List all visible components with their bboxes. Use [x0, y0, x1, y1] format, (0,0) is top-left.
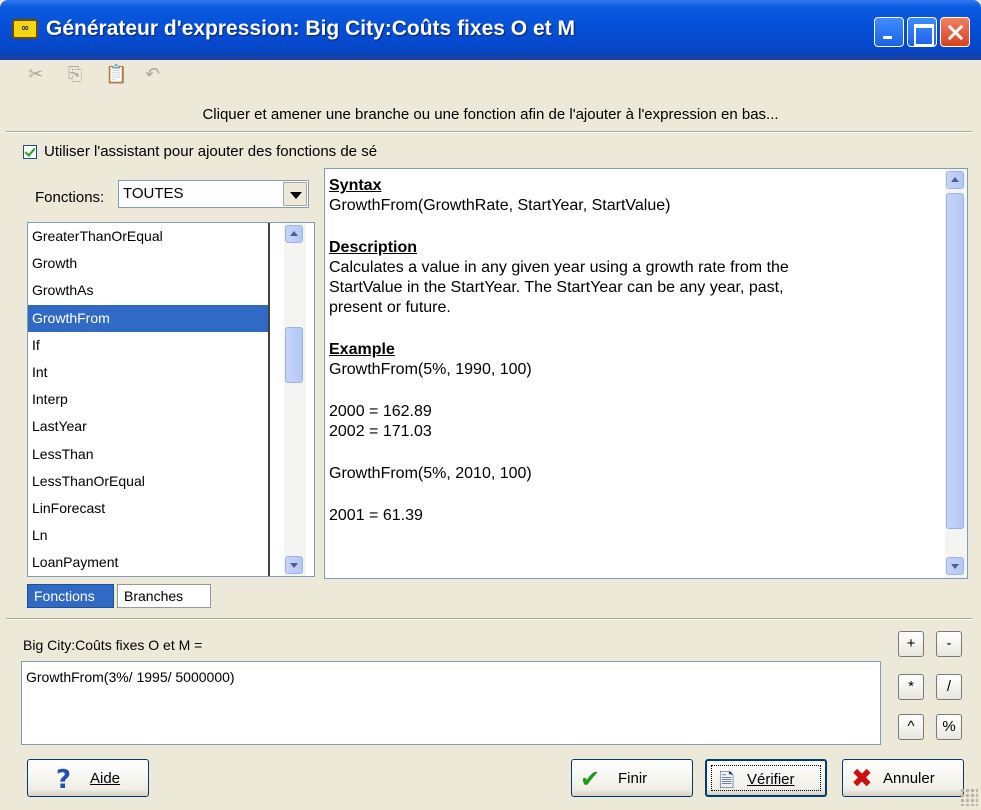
- list-item[interactable]: LoanPayment: [28, 549, 268, 576]
- syntax-heading: Syntax: [329, 177, 382, 194]
- cut-icon[interactable]: ✂: [28, 64, 43, 86]
- scroll-thumb[interactable]: [285, 327, 303, 383]
- syntax-text: GrowthFrom(GrowthRate, StartYear, StartV…: [329, 197, 671, 214]
- power-button[interactable]: ^: [898, 714, 924, 740]
- percent-button[interactable]: %: [936, 714, 962, 740]
- description-heading: Description: [329, 239, 418, 256]
- list-item[interactable]: GrowthAs: [28, 277, 268, 304]
- wizard-checkbox[interactable]: [23, 145, 37, 159]
- minus-button[interactable]: -: [936, 631, 962, 657]
- help-scrollbar[interactable]: [945, 169, 967, 578]
- copy-icon[interactable]: ⎘: [68, 64, 82, 86]
- example-text: GrowthFrom(5%, 1990, 100): [329, 361, 532, 378]
- expression-label: Big City:Coûts fixes O et M =: [23, 637, 203, 653]
- list-item[interactable]: LastYear: [28, 413, 268, 440]
- minimize-button[interactable]: [874, 17, 904, 47]
- functions-list[interactable]: GreaterThanOrEqual Growth GrowthAs Growt…: [27, 222, 315, 577]
- list-item[interactable]: Int: [28, 359, 268, 386]
- wizard-checkbox-label[interactable]: Utiliser l'assistant pour ajouter des fo…: [44, 143, 377, 160]
- list-item[interactable]: GreaterThanOrEqual: [28, 223, 268, 250]
- close-button[interactable]: [940, 17, 970, 47]
- paste-icon[interactable]: 📋: [105, 64, 127, 86]
- scroll-up-icon[interactable]: [946, 171, 964, 189]
- scroll-thumb[interactable]: [946, 193, 964, 529]
- verify-button[interactable]: 🗎 Vérifier: [705, 759, 827, 797]
- undo-icon[interactable]: ↶: [145, 64, 160, 86]
- scroll-up-icon[interactable]: [285, 225, 303, 243]
- functions-filter-value: TOUTES: [123, 185, 184, 202]
- app-icon: ∞: [12, 19, 38, 39]
- title-bar[interactable]: ∞ Générateur d'expression: Big City:Coût…: [0, 0, 981, 60]
- close-icon: ✖: [851, 764, 873, 794]
- help-panel: Syntax GrowthFrom(GrowthRate, StartYear,…: [324, 168, 968, 579]
- plus-button[interactable]: +: [898, 631, 924, 657]
- question-icon: ?: [56, 765, 72, 795]
- multiply-button[interactable]: *: [898, 674, 924, 700]
- list-item[interactable]: If: [28, 332, 268, 359]
- divide-button[interactable]: /: [936, 674, 962, 700]
- help-button-label: Aide: [90, 770, 121, 787]
- cancel-button[interactable]: ✖ Annuler: [842, 759, 964, 797]
- example-text: GrowthFrom(5%, 2010, 100): [329, 465, 532, 482]
- tab-branches[interactable]: Branches: [117, 584, 211, 608]
- list-item[interactable]: Interp: [28, 386, 268, 413]
- cancel-button-label: Annuler: [883, 770, 935, 787]
- resize-grip-icon[interactable]: [960, 788, 978, 806]
- tab-functions[interactable]: Fonctions: [27, 584, 114, 608]
- chevron-down-icon[interactable]: [283, 182, 307, 206]
- finish-button-label: Finir: [618, 770, 648, 787]
- example-result: 2000 = 162.89: [329, 403, 432, 420]
- verify-button-label: Vérifier: [747, 771, 795, 788]
- list-item[interactable]: LessThan: [28, 441, 268, 468]
- scroll-down-icon[interactable]: [946, 557, 964, 575]
- description-line: StartValue in the StartYear. The StartYe…: [329, 279, 784, 296]
- list-item[interactable]: Ln: [28, 522, 268, 549]
- scroll-down-icon[interactable]: [285, 556, 303, 574]
- list-item-selected[interactable]: GrowthFrom: [28, 304, 268, 332]
- list-item[interactable]: LinForecast: [28, 495, 268, 522]
- help-button[interactable]: ? Aide: [27, 759, 149, 797]
- example-heading: Example: [329, 341, 395, 358]
- verify-icon: 🗎: [719, 770, 735, 792]
- maximize-button[interactable]: [907, 17, 937, 47]
- expression-value: GrowthFrom(3%/ 1995/ 5000000): [26, 669, 235, 685]
- functions-filter-select[interactable]: TOUTES: [118, 180, 309, 208]
- example-result: 2001 = 61.39: [329, 507, 423, 524]
- section-divider: [6, 618, 972, 620]
- functions-scrollbar[interactable]: [284, 223, 306, 576]
- list-item[interactable]: LessThanOrEqual: [28, 468, 268, 495]
- hint-text: Cliquer et amener une branche ou une fon…: [202, 106, 779, 123]
- checkmark-icon: ✔: [580, 765, 601, 793]
- description-line: Calculates a value in any given year usi…: [329, 259, 789, 276]
- finish-button[interactable]: ✔ Finir: [571, 759, 693, 797]
- panel-divider: [6, 131, 972, 133]
- window-title: Générateur d'expression: Big City:Coûts …: [46, 17, 575, 40]
- example-result: 2002 = 171.03: [329, 423, 432, 440]
- expression-input[interactable]: GrowthFrom(3%/ 1995/ 5000000): [21, 661, 881, 745]
- functions-filter-label: Fonctions:: [35, 189, 105, 206]
- list-item[interactable]: Growth: [28, 250, 268, 277]
- description-line: present or future.: [329, 299, 451, 316]
